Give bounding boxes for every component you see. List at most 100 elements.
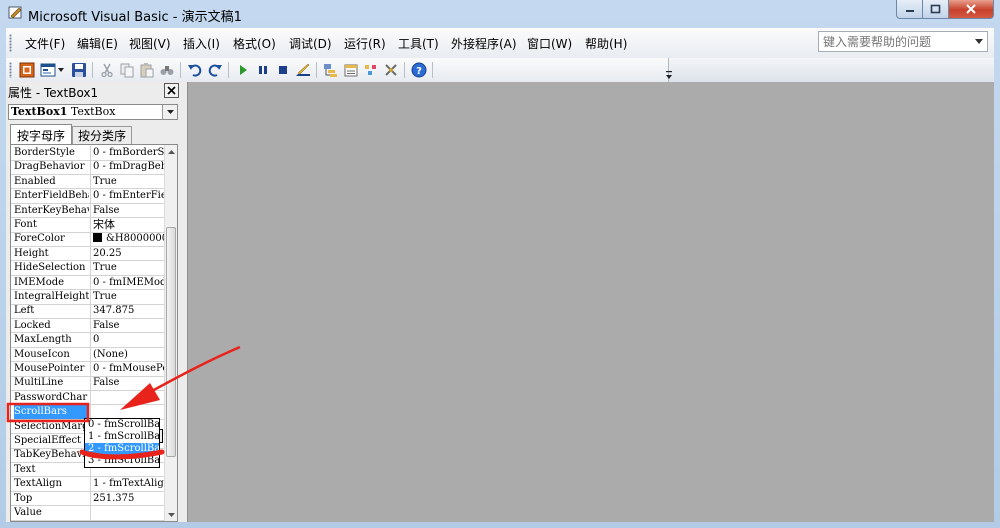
- property-grid-scrollbar[interactable]: [164, 145, 177, 521]
- menu-file[interactable]: 文件(F): [25, 35, 65, 52]
- cut-button[interactable]: [98, 61, 116, 79]
- minimize-button[interactable]: [896, 0, 923, 19]
- property-row-locked[interactable]: Locked False: [11, 318, 164, 334]
- property-value[interactable]: 251.375: [90, 491, 164, 506]
- property-row-dragbehavior[interactable]: DragBehavior 0 - fmDragBehaviorDisabled: [11, 160, 164, 175]
- property-row-multiline[interactable]: MultiLine False: [11, 376, 164, 391]
- insert-userform-button[interactable]: [39, 61, 57, 79]
- property-row-forecolor[interactable]: ForeColor&H80000008&: [11, 232, 164, 247]
- property-value[interactable]: False: [90, 203, 164, 218]
- menu-insert[interactable]: 插入(I): [183, 35, 220, 52]
- property-row-mousepointer[interactable]: MousePointer 0 - fmMousePointerDefault: [11, 362, 164, 377]
- property-row-enterfieldbehavior[interactable]: EnterFieldBehavior0 - fmEnterFieldBehavi…: [11, 189, 164, 204]
- help-dropdown-button[interactable]: [971, 33, 986, 50]
- property-name: SpecialEffect: [14, 435, 82, 446]
- paste-button[interactable]: [138, 61, 156, 79]
- project-explorer-button[interactable]: [322, 61, 340, 79]
- property-value[interactable]: 20.25: [90, 246, 164, 261]
- property-row-imemode[interactable]: IMEMode 0 - fmIMEModeNoControl: [11, 275, 164, 291]
- view-powerpoint-button[interactable]: [18, 61, 36, 79]
- property-row-top[interactable]: Top 251.375: [11, 491, 164, 507]
- property-name: BorderStyle: [14, 147, 75, 158]
- menu-help[interactable]: 帮助(H): [585, 35, 627, 52]
- help-question-box[interactable]: [818, 31, 988, 52]
- properties-window-button[interactable]: [342, 61, 360, 79]
- break-button[interactable]: [254, 61, 272, 79]
- property-row-font[interactable]: Font 宋体: [11, 218, 164, 233]
- menu-debug[interactable]: 调试(D): [289, 35, 332, 52]
- object-selector-dropdown[interactable]: [162, 105, 177, 119]
- scrollbars-option-horizontal[interactable]: 1 - fmScrollBarsHorizontal: [85, 431, 159, 443]
- property-value[interactable]: 0 - fmEnterFieldBehaviorSelectAll: [90, 189, 164, 204]
- help-question-input[interactable]: [820, 33, 976, 50]
- toolbar-grip[interactable]: [9, 62, 12, 78]
- property-value[interactable]: [90, 390, 164, 405]
- property-row-maxlength[interactable]: MaxLength 0: [11, 333, 164, 348]
- scrollbars-option-vertical[interactable]: 2 - fmScrollBarsVertical: [85, 443, 159, 455]
- property-name: IMEMode: [14, 276, 65, 288]
- property-value[interactable]: 0 - fmDragBehaviorDisabled: [90, 160, 164, 175]
- menubar-grip[interactable]: [9, 34, 12, 52]
- close-window-button[interactable]: [949, 0, 994, 19]
- paste-icon: [140, 63, 154, 78]
- toolbar-options-icon[interactable]: [664, 69, 674, 81]
- tab-categorized[interactable]: 按分类序: [72, 126, 132, 144]
- properties-close-button[interactable]: [164, 83, 179, 98]
- property-row-enterkeybehavior[interactable]: EnterKeyBehaviorFalse: [11, 203, 164, 219]
- property-row-textalign[interactable]: TextAlign 1 - fmTextAlignLeft: [11, 477, 164, 492]
- property-name: Height: [14, 247, 49, 259]
- run-button[interactable]: [234, 61, 252, 79]
- property-row-height[interactable]: Height 20.25: [11, 246, 164, 262]
- property-value[interactable]: True: [90, 261, 164, 276]
- menu-format[interactable]: 格式(O): [233, 35, 276, 52]
- property-value[interactable]: [90, 506, 164, 520]
- property-row-left[interactable]: Left 347.875: [11, 304, 164, 319]
- save-button[interactable]: [70, 61, 88, 79]
- scroll-up-button[interactable]: [165, 145, 177, 158]
- property-value[interactable]: 347.875: [90, 304, 164, 319]
- property-value[interactable]: True: [90, 290, 164, 304]
- tab-alphabetic[interactable]: 按字母序: [10, 124, 72, 145]
- menu-view[interactable]: 视图(V): [129, 35, 171, 52]
- scrollbars-option-both[interactable]: 3 - fmScrollBarsBoth: [85, 455, 159, 467]
- copy-button[interactable]: [118, 61, 136, 79]
- find-button[interactable]: [158, 61, 176, 79]
- insert-dropdown-button[interactable]: [57, 61, 65, 79]
- help-button[interactable]: ?: [410, 61, 428, 79]
- menu-window[interactable]: 窗口(W): [527, 35, 572, 52]
- property-row-passwordchar[interactable]: PasswordChar: [11, 390, 164, 406]
- menu-tools[interactable]: 工具(T): [398, 35, 439, 52]
- property-value[interactable]: False: [90, 318, 164, 333]
- menu-edit[interactable]: 编辑(E): [77, 35, 118, 52]
- toolbox-button[interactable]: [382, 61, 400, 79]
- run-icon: [240, 65, 247, 75]
- property-value[interactable]: True: [90, 174, 164, 189]
- object-selector[interactable]: TextBox1 TextBox: [8, 104, 178, 120]
- object-browser-button[interactable]: [362, 61, 380, 79]
- property-value[interactable]: 0: [90, 333, 164, 348]
- property-row-value[interactable]: Value: [11, 506, 164, 521]
- scrollbar-thumb[interactable]: [166, 227, 176, 457]
- property-value[interactable]: 0 - fmMousePointerDefault: [90, 362, 164, 376]
- property-value[interactable]: (None): [90, 347, 164, 362]
- property-value[interactable]: 0 - fmBorderStyleNone: [90, 146, 164, 160]
- menu-addins[interactable]: 外接程序(A): [451, 35, 517, 52]
- property-value[interactable]: 1 - fmTextAlignLeft: [90, 477, 164, 492]
- property-row-enabled[interactable]: Enabled True: [11, 174, 164, 190]
- redo-button[interactable]: [206, 61, 224, 79]
- property-row-hideselection[interactable]: HideSelection True: [11, 261, 164, 276]
- property-value[interactable]: False: [90, 376, 164, 391]
- property-value[interactable]: &H80000008&: [90, 232, 164, 247]
- menu-run[interactable]: 运行(R): [344, 35, 386, 52]
- property-row-borderstyle[interactable]: BorderStyle 0 - fmBorderStyleNone: [11, 146, 164, 161]
- reset-button[interactable]: [274, 61, 292, 79]
- undo-button[interactable]: [186, 61, 204, 79]
- scrollbars-option-none[interactable]: 0 - fmScrollBarsNone: [85, 419, 159, 431]
- property-row-integralheight[interactable]: IntegralHeight True: [11, 290, 164, 305]
- property-row-mouseicon[interactable]: MouseIcon (None): [11, 347, 164, 363]
- property-value[interactable]: 0 - fmIMEModeNoControl: [90, 275, 164, 290]
- design-mode-button[interactable]: [294, 61, 312, 79]
- scroll-down-button[interactable]: [165, 508, 177, 521]
- property-value[interactable]: 宋体: [90, 218, 164, 232]
- maximize-button[interactable]: [923, 0, 949, 19]
